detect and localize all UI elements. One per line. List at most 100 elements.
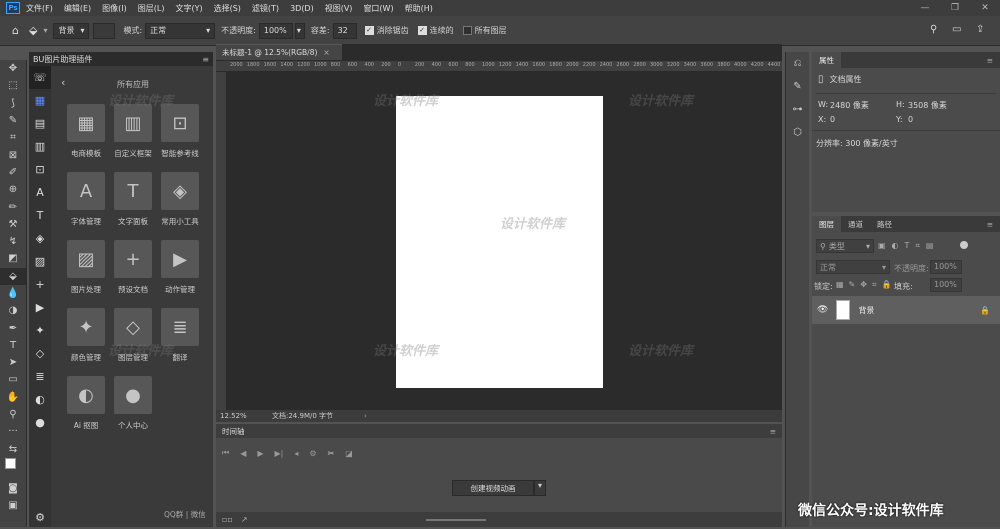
share-icon[interactable]: ⇪	[976, 24, 984, 35]
frame-icon[interactable]: ▥	[29, 135, 51, 158]
transition-icon[interactable]: ◪	[345, 449, 353, 458]
path-selection-icon[interactable]: ➤	[0, 354, 26, 371]
layer-row[interactable]: 👁 背景 🔒	[812, 296, 1000, 324]
paint-bucket-icon[interactable]: ⬙	[29, 24, 37, 37]
chevron-down-icon[interactable]: ▾	[43, 26, 47, 35]
menu-select[interactable]: 选择(S)	[214, 3, 241, 14]
mode-select[interactable]: 正常 ▾	[145, 22, 216, 39]
eraser-tool-icon[interactable]: ◩	[0, 250, 26, 267]
menu-type[interactable]: 文字(Y)	[175, 3, 202, 14]
menu-3d[interactable]: 3D(D)	[290, 4, 314, 13]
app-card[interactable]: ▶	[161, 240, 199, 278]
menu-help[interactable]: 帮助(H)	[405, 3, 433, 14]
close-tab-icon[interactable]: ×	[323, 48, 329, 57]
app-card[interactable]: T	[114, 172, 152, 210]
translate-icon[interactable]: ≣	[29, 365, 51, 388]
menu-layer[interactable]: 图层(L)	[138, 3, 165, 14]
color-swap-icon[interactable]: ⇆	[0, 441, 26, 458]
user-icon[interactable]: ●	[29, 411, 51, 434]
app-card[interactable]: ●	[114, 376, 152, 414]
fill-input[interactable]: 100%	[930, 278, 962, 292]
tab-layers[interactable]: 图层	[812, 216, 841, 232]
magic-wand-icon[interactable]: ✎	[0, 112, 26, 129]
pen-tool-icon[interactable]: ✒	[0, 319, 26, 336]
frame-tool-icon[interactable]: ⊠	[0, 146, 26, 163]
tab-channels[interactable]: 通道	[841, 216, 870, 232]
eye-icon[interactable]: 👁	[817, 305, 828, 315]
foreground-color[interactable]	[5, 457, 16, 469]
close-icon[interactable]: ✕	[970, 0, 1000, 16]
marquee-tool-icon[interactable]: ⬚	[0, 77, 26, 94]
menu-window[interactable]: 窗口(W)	[363, 3, 393, 14]
opacity-input[interactable]: 100%	[258, 22, 293, 39]
history-icon[interactable]: ⎌	[786, 52, 809, 75]
minimize-icon[interactable]: —	[910, 0, 940, 16]
adjustments-icon[interactable]: ⊶	[786, 98, 809, 121]
dodge-tool-icon[interactable]: ◑	[0, 302, 26, 319]
font-icon[interactable]: A	[29, 181, 51, 204]
brush-tool-icon[interactable]: ✏	[0, 198, 26, 215]
settings-icon[interactable]: ⚙	[309, 449, 316, 458]
home-icon[interactable]: ⌂	[12, 24, 19, 37]
guides-icon[interactable]: ⊡	[29, 158, 51, 181]
template-icon[interactable]: ▤	[29, 112, 51, 135]
play-icon[interactable]: ▶	[257, 449, 263, 458]
filter-toggle-icon[interactable]	[960, 241, 968, 249]
menu-icon[interactable]: ≡	[202, 55, 209, 64]
move-tool-icon[interactable]: ✥	[0, 60, 26, 77]
image-icon[interactable]: ▨	[29, 250, 51, 273]
rectangle-tool-icon[interactable]: ▭	[0, 371, 26, 388]
brush-settings-icon[interactable]: ✎	[786, 75, 809, 98]
layer-filter-select[interactable]: ⚲ 类型 ▾	[816, 239, 874, 253]
cube-icon[interactable]: ◈	[29, 227, 51, 250]
type-tool-icon[interactable]: T	[0, 337, 26, 354]
first-frame-icon[interactable]: ⏮	[222, 448, 229, 458]
menu-edit[interactable]: 编辑(E)	[64, 3, 91, 14]
more-tools-icon[interactable]: ···	[0, 423, 26, 440]
lock-icons[interactable]: ▦✎✥⌗🔒	[836, 280, 896, 290]
filter-icons[interactable]: ▣◐T⌗▤	[878, 241, 940, 251]
fill-source-select[interactable]: 背景 ▾	[53, 22, 90, 39]
tab-properties[interactable]: 属性	[812, 52, 841, 68]
plugin-logo-icon[interactable]: ☏	[29, 66, 51, 89]
app-card[interactable]: ▨	[67, 240, 105, 278]
search-icon[interactable]: ⚲	[930, 24, 937, 35]
grid-apps-icon[interactable]: ▦	[29, 89, 51, 112]
audio-icon[interactable]: ◂	[294, 449, 298, 458]
quick-mask-icon[interactable]: ◙	[0, 480, 26, 497]
lasso-tool-icon[interactable]: ⟆	[0, 95, 26, 112]
paint-bucket-tool-icon[interactable]: ⬙	[0, 267, 26, 285]
back-icon[interactable]: ‹	[61, 76, 65, 89]
hand-tool-icon[interactable]: ✋	[0, 389, 26, 406]
tab-paths[interactable]: 路径	[870, 216, 899, 232]
3d-cube-icon[interactable]: ⬡	[786, 121, 809, 144]
text-icon[interactable]: T	[29, 204, 51, 227]
layer-opacity-input[interactable]: 100%	[930, 260, 962, 274]
next-frame-icon[interactable]: ▶|	[275, 449, 284, 458]
create-video-button[interactable]: 创建视频动画	[452, 480, 534, 496]
menu-file[interactable]: 文件(F)	[26, 3, 53, 14]
app-card[interactable]: ▦	[67, 104, 105, 142]
menu-view[interactable]: 视图(V)	[325, 3, 353, 14]
ai-icon[interactable]: ◐	[29, 388, 51, 411]
antialias-checkbox[interactable]: ✓ 消除锯齿	[364, 25, 409, 36]
pattern-picker[interactable]	[93, 22, 116, 39]
app-card[interactable]: ⊡	[161, 104, 199, 142]
zoom-tool-icon[interactable]: ⚲	[0, 406, 26, 423]
app-card[interactable]: +	[114, 240, 152, 278]
frame-icon[interactable]: ▫▫	[222, 515, 233, 524]
contiguous-checkbox[interactable]: ✓ 连续的	[417, 25, 454, 36]
app-card[interactable]: ▥	[114, 104, 152, 142]
menu-image[interactable]: 图像(I)	[102, 3, 127, 14]
settings-icon[interactable]: ⚙	[29, 506, 51, 529]
scissors-icon[interactable]: ✂	[328, 449, 335, 458]
layers-icon[interactable]: ◇	[29, 342, 51, 365]
zoom-level[interactable]: 12.52%	[220, 412, 272, 420]
prev-frame-icon[interactable]: ◀	[240, 449, 246, 458]
app-card[interactable]: ◐	[67, 376, 105, 414]
all-layers-checkbox[interactable]: 所有图层	[462, 25, 507, 36]
stamp-tool-icon[interactable]: ⚒	[0, 216, 26, 233]
eyedropper-icon[interactable]: ✐	[0, 164, 26, 181]
menu-icon[interactable]: ≡	[980, 216, 1000, 232]
workspace-icon[interactable]: ▭	[952, 24, 961, 35]
